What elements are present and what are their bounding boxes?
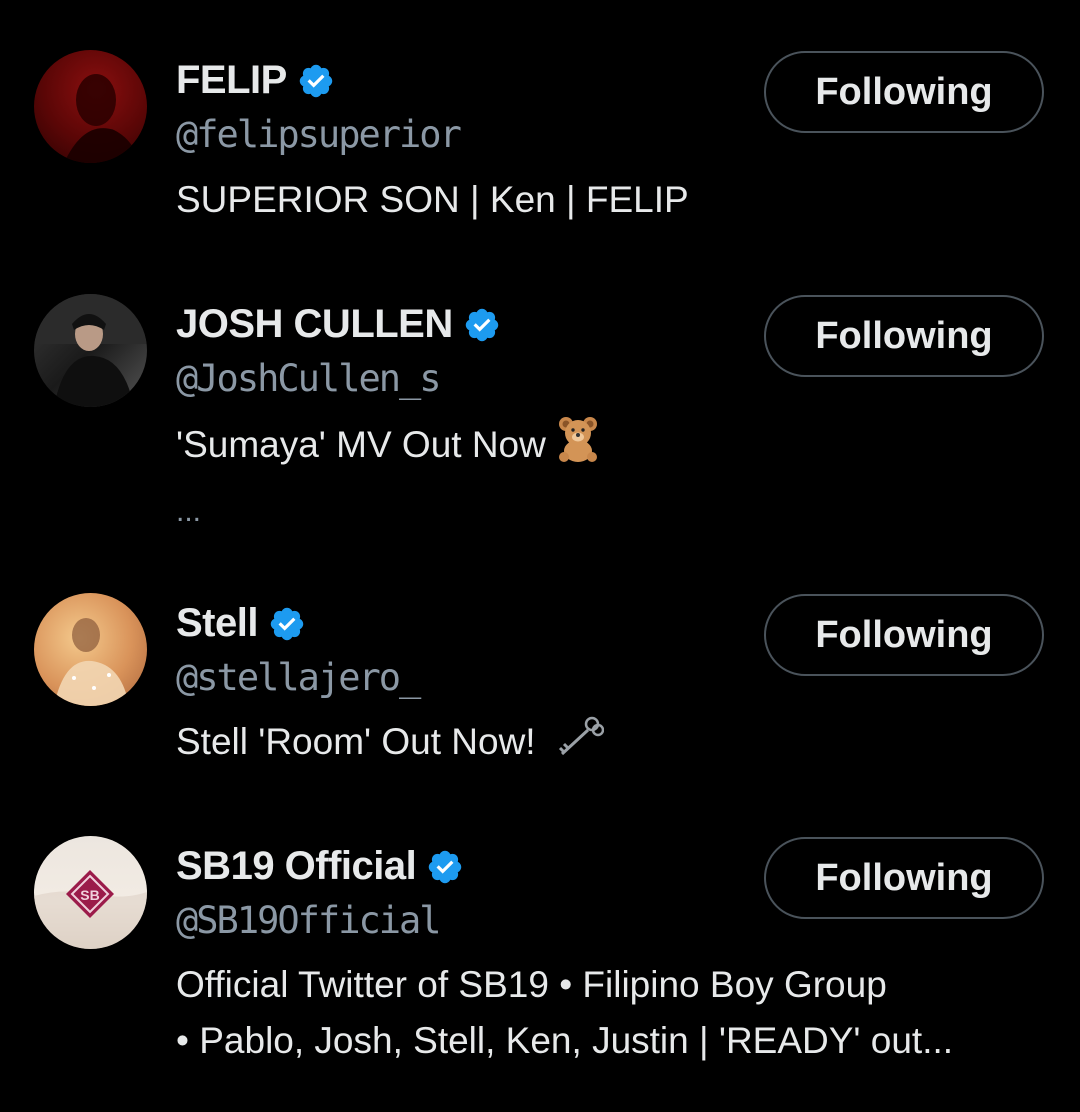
following-button[interactable]: Following xyxy=(764,837,1044,919)
bio-text: 'Sumaya' MV Out Now xyxy=(176,423,546,465)
svg-text:SB: SB xyxy=(80,887,99,903)
avatar[interactable]: SB xyxy=(34,836,147,949)
teddy-bear-icon xyxy=(556,415,600,479)
user-handle: @felipsuperior xyxy=(176,113,462,156)
display-name[interactable]: FELIP xyxy=(176,58,287,103)
verified-badge-icon xyxy=(429,850,462,883)
user-bio: Stell 'Room' Out Now! xyxy=(176,714,605,774)
display-name[interactable]: Stell xyxy=(176,601,258,646)
user-handle: @SB19Official xyxy=(176,899,442,942)
user-bio-line-1: Official Twitter of SB19 • Filipino Boy … xyxy=(176,964,887,1005)
display-name[interactable]: SB19 Official xyxy=(176,844,417,889)
user-handle: @stellajero_ xyxy=(176,656,421,699)
verified-badge-icon xyxy=(465,308,498,341)
following-button[interactable]: Following xyxy=(764,51,1044,133)
display-name[interactable]: JOSH CULLEN xyxy=(176,302,453,347)
user-handle: @JoshCullen_s xyxy=(176,357,442,400)
avatar[interactable] xyxy=(34,294,147,407)
verified-badge-icon xyxy=(270,607,304,640)
verified-badge-icon xyxy=(299,64,333,97)
old-key-icon xyxy=(554,714,605,774)
bio-ellipsis: ... xyxy=(176,495,202,528)
user-bio-line-2: • Pablo, Josh, Stell, Ken, Justin | 'REA… xyxy=(176,1020,954,1061)
user-bio: SUPERIOR SON | Ken | FELIP xyxy=(176,179,689,220)
user-bio: 'Sumaya' MV Out Now xyxy=(176,415,600,479)
following-button[interactable]: Following xyxy=(764,594,1044,676)
following-button[interactable]: Following xyxy=(764,295,1044,377)
avatar[interactable] xyxy=(34,50,147,163)
avatar[interactable] xyxy=(34,593,147,706)
bio-text: Stell 'Room' Out Now! xyxy=(176,721,536,762)
